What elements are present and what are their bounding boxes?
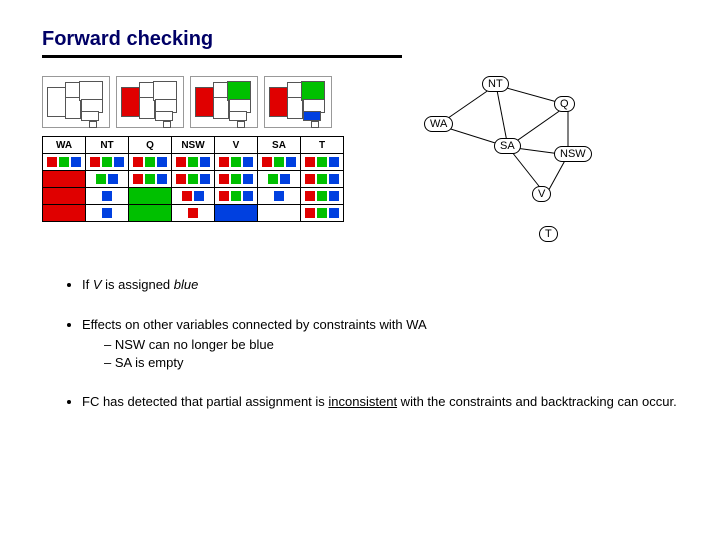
domain-cell bbox=[301, 205, 344, 222]
domain-cell bbox=[172, 154, 215, 171]
bullet-list: If V is assigned blue Effects on other v… bbox=[42, 276, 678, 411]
col-header: T bbox=[301, 137, 344, 154]
title-rule bbox=[42, 55, 402, 58]
domain-cell bbox=[86, 188, 129, 205]
domain-cell bbox=[172, 171, 215, 188]
domain-cell bbox=[258, 154, 301, 171]
domain-cell bbox=[86, 154, 129, 171]
domain-cell bbox=[215, 171, 258, 188]
australia-map bbox=[190, 76, 258, 128]
domain-table: WANTQNSWVSAT bbox=[42, 136, 344, 222]
bullet-2-sub-1: NSW can no longer be blue bbox=[104, 336, 678, 354]
graph-node-nt: NT bbox=[482, 76, 509, 92]
col-header: V bbox=[215, 137, 258, 154]
domain-cell bbox=[258, 171, 301, 188]
graph-node-sa: SA bbox=[494, 138, 521, 154]
domain-cell bbox=[172, 188, 215, 205]
bullet-2: Effects on other variables connected by … bbox=[82, 316, 678, 372]
domain-cell bbox=[301, 171, 344, 188]
domain-cell bbox=[129, 188, 172, 205]
col-header: NT bbox=[86, 137, 129, 154]
domain-cell bbox=[129, 171, 172, 188]
australia-map bbox=[42, 76, 110, 128]
col-header: Q bbox=[129, 137, 172, 154]
bullet-3: FC has detected that partial assignment … bbox=[82, 393, 678, 411]
graph-node-t: T bbox=[539, 226, 558, 242]
col-header: SA bbox=[258, 137, 301, 154]
domain-cell bbox=[258, 205, 301, 222]
page-title: Forward checking bbox=[42, 28, 678, 51]
australia-maps bbox=[42, 76, 344, 128]
domain-cell bbox=[43, 188, 86, 205]
domain-cell bbox=[43, 154, 86, 171]
domain-cell bbox=[215, 205, 258, 222]
domain-cell bbox=[129, 154, 172, 171]
domain-cell bbox=[301, 188, 344, 205]
domain-cell bbox=[129, 205, 172, 222]
constraint-graph: NTWAQSANSWVT bbox=[394, 76, 584, 246]
australia-map bbox=[116, 76, 184, 128]
col-header: NSW bbox=[172, 137, 215, 154]
australia-map bbox=[264, 76, 332, 128]
bullet-1: If V is assigned blue bbox=[82, 276, 678, 294]
domain-cell bbox=[258, 188, 301, 205]
domain-cell bbox=[86, 171, 129, 188]
graph-node-q: Q bbox=[554, 96, 575, 112]
domain-cell bbox=[301, 154, 344, 171]
bullet-2-sub-2: SA is empty bbox=[104, 354, 678, 372]
col-header: WA bbox=[43, 137, 86, 154]
domain-cell bbox=[43, 171, 86, 188]
domain-cell bbox=[86, 205, 129, 222]
graph-node-nsw: NSW bbox=[554, 146, 592, 162]
domain-cell bbox=[172, 205, 215, 222]
domain-cell bbox=[43, 205, 86, 222]
graph-node-wa: WA bbox=[424, 116, 453, 132]
domain-cell bbox=[215, 188, 258, 205]
domain-cell bbox=[215, 154, 258, 171]
graph-node-v: V bbox=[532, 186, 551, 202]
